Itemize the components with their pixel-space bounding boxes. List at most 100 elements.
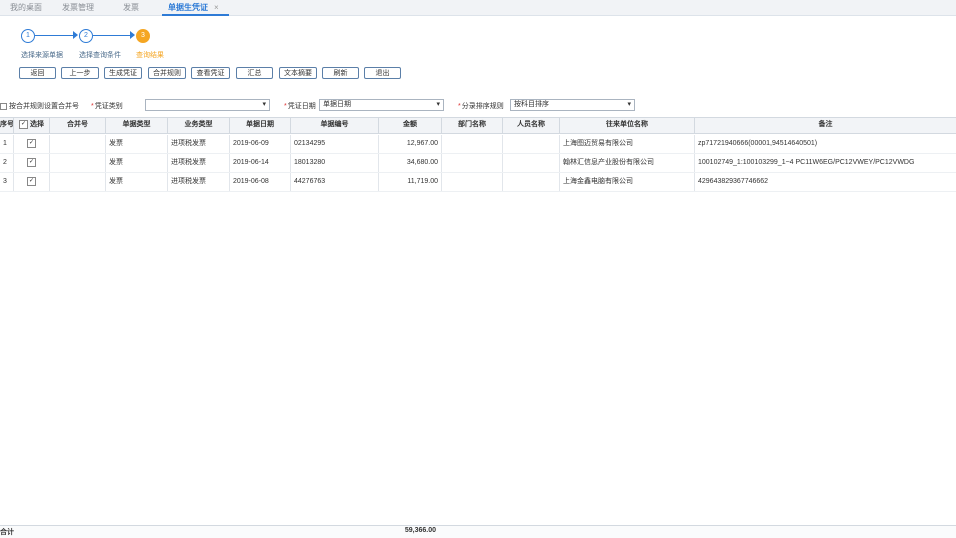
cell-remark: 429643829367746662 xyxy=(698,178,769,185)
step-2-label: 选择查询条件 xyxy=(79,52,121,59)
voucher-type-label-text: 凭证类别 xyxy=(94,103,123,110)
row-checkbox-cell[interactable]: ✓ xyxy=(14,135,50,153)
select-header-label: 选择 xyxy=(29,121,44,128)
chevron-down-icon: ▾ xyxy=(436,101,440,108)
cell-biz-type: 进项税发票 xyxy=(168,173,230,191)
voucher-type-select[interactable]: ▾ xyxy=(145,99,270,111)
footer-total-amount: 59,366.00 xyxy=(404,527,436,534)
cell-doc-no[interactable]: 18013280 xyxy=(291,154,379,172)
row-checkbox[interactable]: ✓ xyxy=(27,138,36,148)
cell-dept xyxy=(442,173,503,191)
voucher-date-label: *凭证日期 xyxy=(284,103,316,110)
text-summary-button[interactable]: 文本摘要 xyxy=(279,67,317,79)
cell-partner: 翰林汇信息产业股份有限公司 xyxy=(560,154,695,172)
step-3-circle: 3 xyxy=(136,29,150,43)
voucher-date-label-text: 凭证日期 xyxy=(287,103,316,110)
column-header-doc-date: 单据日期 xyxy=(230,117,291,134)
cell-merge[interactable] xyxy=(50,173,106,191)
step-1-label: 选择来源单据 xyxy=(21,52,63,59)
tab-label: 我的桌面 xyxy=(10,3,42,12)
cell-biz-type: 进项税发票 xyxy=(168,135,230,153)
footer-total-label: 合计 xyxy=(0,529,14,536)
cell-dept xyxy=(442,135,503,153)
back-button[interactable]: 返回 xyxy=(19,67,56,79)
column-header-biz-type: 业务类型 xyxy=(168,117,230,134)
merge-option-label: 按合并规则设置合并号 xyxy=(9,103,79,110)
sort-rule-label: *分录排序规则 xyxy=(458,103,504,110)
column-header-remark: 备注 xyxy=(818,121,833,128)
cell-seq: 1 xyxy=(0,135,14,153)
generate-voucher-button[interactable]: 生成凭证 xyxy=(104,67,142,79)
exit-button[interactable]: 退出 xyxy=(364,67,401,79)
tab-label: 发票管理 xyxy=(62,3,94,12)
sort-rule-select[interactable]: 按科目排序 ▾ xyxy=(510,99,635,111)
checkbox-icon[interactable] xyxy=(0,102,7,110)
tab-label: 发票 xyxy=(123,3,139,12)
column-header-doc-type: 单据类型 xyxy=(106,117,168,134)
sort-rule-label-text: 分录排序规则 xyxy=(461,103,504,110)
row-checkbox[interactable]: ✓ xyxy=(27,157,36,167)
cell-partner: 上海图迈贸易有限公司 xyxy=(560,135,695,153)
table-footer xyxy=(0,525,956,538)
step-connector xyxy=(93,35,130,36)
arrow-right-icon xyxy=(130,31,135,39)
step-3-label: 查询结果 xyxy=(136,52,164,59)
cell-seq: 2 xyxy=(0,154,14,172)
step-1-circle: 1 xyxy=(21,29,35,43)
cell-doc-no[interactable]: 44276763 xyxy=(291,173,379,191)
refresh-button[interactable]: 刷新 xyxy=(322,67,359,79)
column-header-select[interactable]: ✓ 选择 xyxy=(14,117,50,134)
tab-my-desktop[interactable]: 我的桌面 xyxy=(10,0,42,15)
cell-biz-type: 进项税发票 xyxy=(168,154,230,172)
arrow-right-icon xyxy=(73,31,78,39)
chevron-down-icon: ▾ xyxy=(627,101,631,108)
cell-partner: 上海金鑫电脑有限公司 xyxy=(560,173,695,191)
column-header-person: 人员名称 xyxy=(503,117,560,134)
cell-doc-type: 发票 xyxy=(106,135,168,153)
row-checkbox-cell[interactable]: ✓ xyxy=(14,154,50,172)
step-2-circle: 2 xyxy=(79,29,93,43)
cell-doc-no[interactable]: 02134295 xyxy=(291,135,379,153)
tab-invoice-management[interactable]: 发票管理 xyxy=(62,0,94,15)
row-divider xyxy=(0,191,956,192)
cell-amount: 11,719.00 xyxy=(379,173,442,191)
select-all-checkbox[interactable]: ✓ xyxy=(19,119,29,129)
cell-amount: 12,967.00 xyxy=(379,135,442,153)
cell-doc-date: 2019-06-08 xyxy=(230,173,291,191)
column-header-seq: 序号 xyxy=(0,117,14,134)
prev-step-button[interactable]: 上一步 xyxy=(61,67,99,79)
close-icon[interactable]: × xyxy=(214,3,219,12)
cell-dept xyxy=(442,154,503,172)
cell-person xyxy=(503,154,560,172)
column-header-merge: 合并号 xyxy=(50,117,106,134)
cell-remark: zp71721940666(00001,94514640501) xyxy=(698,140,818,147)
column-header-amount: 金额 xyxy=(379,117,442,134)
cell-person xyxy=(503,135,560,153)
cell-amount: 34,680.00 xyxy=(379,154,442,172)
cell-doc-date: 2019-06-14 xyxy=(230,154,291,172)
voucher-date-value: 单据日期 xyxy=(323,101,351,108)
cell-merge[interactable] xyxy=(50,154,106,172)
view-voucher-button[interactable]: 查看凭证 xyxy=(191,67,230,79)
cell-doc-type: 发票 xyxy=(106,173,168,191)
tab-document-to-voucher[interactable]: 单据生凭证 × xyxy=(162,0,229,16)
row-checkbox-cell[interactable]: ✓ xyxy=(14,173,50,191)
merge-rule-button[interactable]: 合并规则 xyxy=(148,67,186,79)
cell-doc-type: 发票 xyxy=(106,154,168,172)
chevron-down-icon: ▾ xyxy=(262,101,266,108)
tab-invoice[interactable]: 发票 xyxy=(123,0,139,15)
row-checkbox[interactable]: ✓ xyxy=(27,176,36,186)
merge-option[interactable]: 按合并规则设置合并号 xyxy=(0,101,79,111)
voucher-date-select[interactable]: 单据日期 ▾ xyxy=(319,99,444,111)
cell-merge[interactable] xyxy=(50,135,106,153)
sort-rule-value: 按科目排序 xyxy=(514,101,549,108)
column-header-doc-no: 单据编号 xyxy=(291,117,379,134)
step-connector xyxy=(35,35,73,36)
voucher-type-label: *凭证类别 xyxy=(91,103,123,110)
active-tab-indicator xyxy=(162,14,229,16)
cell-seq: 3 xyxy=(0,173,14,191)
summary-button[interactable]: 汇总 xyxy=(236,67,273,79)
tab-bar: 我的桌面 发票管理 发票 单据生凭证 × xyxy=(0,0,956,16)
cell-doc-date: 2019-06-09 xyxy=(230,135,291,153)
cell-person xyxy=(503,173,560,191)
